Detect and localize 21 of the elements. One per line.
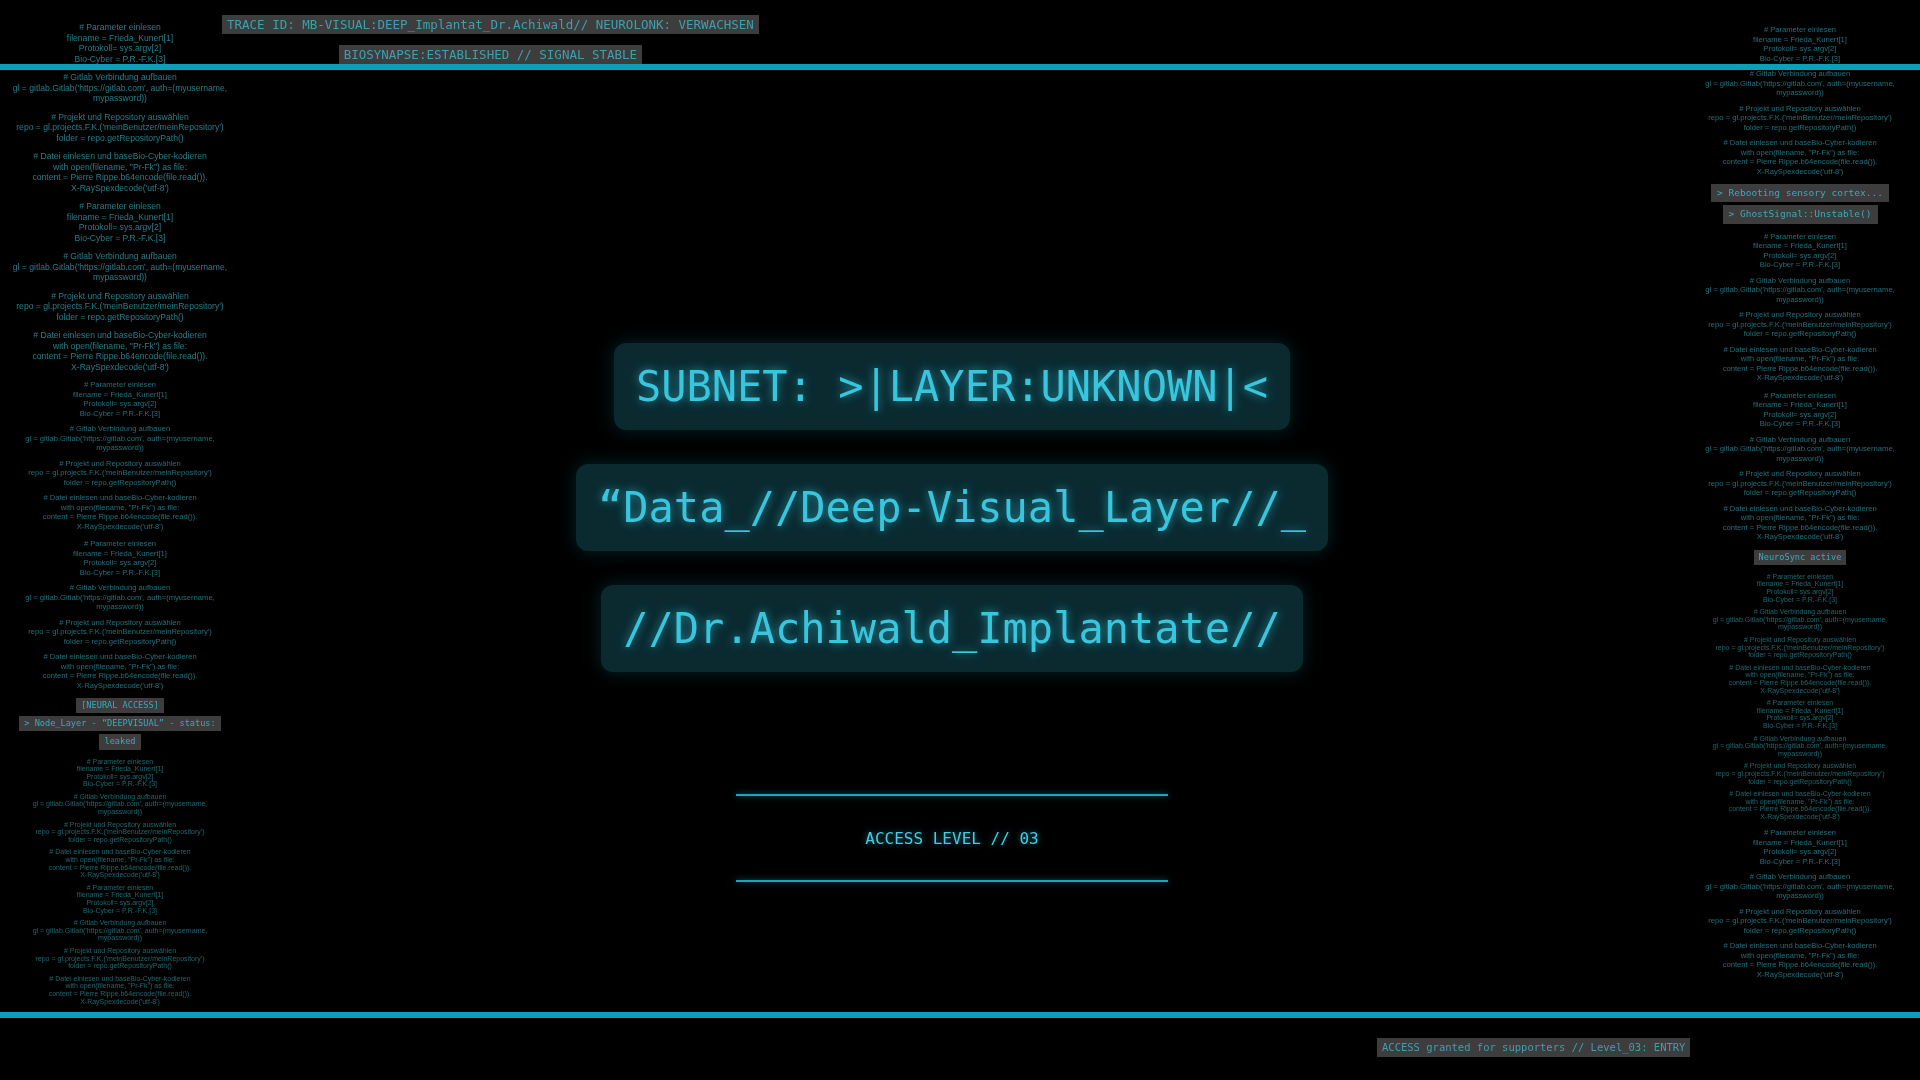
access-level-label: ACCESS LEVEL // 03 <box>865 829 1039 848</box>
code-snippet: # Projekt und Repository auswählen repo = gl.projects.F.K.('meinBenutzer/meinRepository') folder = repo.getRepositoryPath() <box>16 290 224 322</box>
status-tag: > GhostSignal::Unstable() <box>1722 205 1878 224</box>
status-tag: ACCESS granted for supporters // Level_03: ENTRY <box>1377 1038 1691 1057</box>
title-banner: “Data_//Deep-Visual_Layer//_ <box>576 464 1328 551</box>
code-snippet: # Parameter einlesen filename = Frieda_Kunert[1] Protokoll= sys.argv[2] Bio-Cyber = P.R.-F.K.[3] <box>66 201 174 243</box>
status-tag: leaked <box>99 734 141 750</box>
code-snippet: # Datei einlesen und baseBio-Cyber-kodieren with open(filename, "Pr-Fk") as file: content = Pierre Rippe.b64encode(file.read()). X-RaySpexdecode('utf-8') <box>32 151 208 193</box>
status-tag: TRACE ID: MB-VISUAL:DEEP_Implantat_Dr.Achiwald// NEUROLONK: VERWACHSEN <box>222 15 759 34</box>
status-tag: > Rebooting sensory cortex... <box>1711 184 1889 203</box>
status-tag: BIOSYNAPSE:ESTABLISHED // SIGNAL STABLE <box>338 45 643 64</box>
status-tag: > Node_Layer - “DEEPVISUAL” - status: <box>19 716 221 732</box>
code-snippet: # Datei einlesen und baseBio-Cyber-kodieren with open(filename, "Pr-Fk") as file: content = Pierre Rippe.b64encode(file.read()). X-RaySpexdecode('utf-8') <box>32 330 208 372</box>
code-snippet: # Projekt und Repository auswählen repo = gl.projects.F.K.('meinBenutzer/meinRepository') folder = repo.getRepositoryPath() <box>16 111 224 143</box>
title-banner: //Dr.Achiwald_Implantate// <box>601 585 1303 672</box>
status-tag: NeuroSync active <box>1753 549 1847 565</box>
code-snippet: # Parameter einlesen filename = Frieda_Kunert[1] Protokoll= sys.argv[2] Bio-Cyber = P.R.-F.K.[3] <box>66 22 174 64</box>
title-banner: SUBNET: >|LAYER:UNKNOWN|< <box>613 343 1291 430</box>
code-snippet: # Gitlab Verbindung aufbauen gl = gitlab.Gitlab('https://gitlab.com', auth=(myusername, mypassword)) <box>12 251 228 283</box>
status-tag: [NEURAL ACCESS] <box>76 698 164 714</box>
code-snippet: # Gitlab Verbindung aufbauen gl = gitlab.Gitlab('https://gitlab.com', auth=(myusername, mypassword)) <box>12 72 228 104</box>
